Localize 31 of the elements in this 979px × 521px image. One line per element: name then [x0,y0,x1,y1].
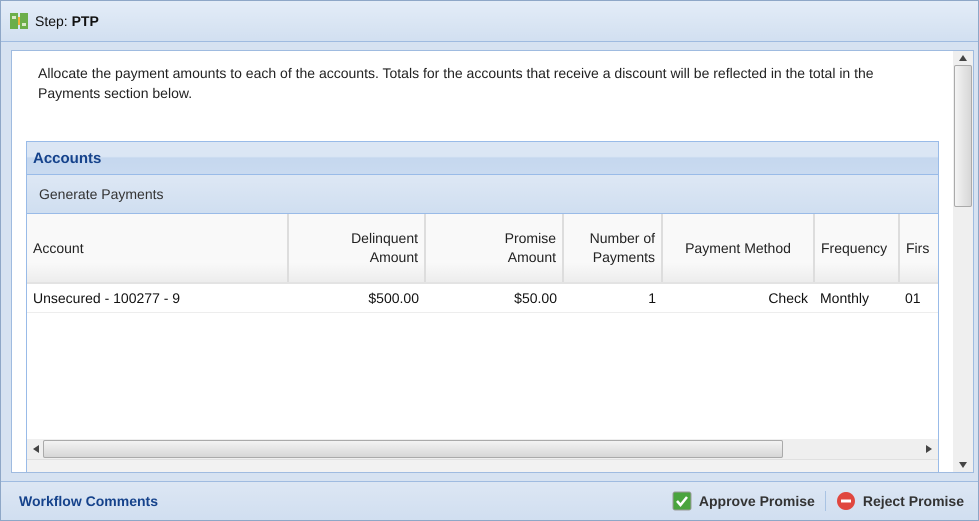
column-header[interactable]: Frequency [814,214,899,283]
table-cell: Check [662,283,814,312]
column-header[interactable]: Payment Method [662,214,814,283]
column-header[interactable]: Number of Payments [563,214,662,283]
scrollbar-thumb[interactable] [954,65,972,207]
generate-payments-button[interactable]: Generate Payments [33,186,170,202]
workflow-icon [9,12,29,30]
approve-button[interactable]: Approve Promise [666,491,821,511]
right-arrow-icon[interactable] [926,445,932,453]
checkmark-icon [672,491,692,511]
reject-button[interactable]: Reject Promise [830,491,970,511]
workflow-comments-title: Workflow Comments [19,493,159,509]
horizontal-scrollbar[interactable] [27,439,938,459]
table-cell: 1 [563,283,662,312]
column-header[interactable]: Promise Amount [425,214,563,283]
step-title: Step: PTP [35,13,99,29]
vertical-scrollbar[interactable] [953,51,973,472]
table-cell: $50.00 [425,283,563,312]
scrollbar-thumb[interactable] [43,440,783,458]
instructions-text: Allocate the payment amounts to each of the accounts. Totals for the accounts that receive a discount will be reflected in the total in the Payments section below. [38,64,875,103]
table-cell: $500.00 [288,283,425,312]
left-arrow-icon[interactable] [33,445,39,453]
minus-circle-icon [836,491,856,511]
up-arrow-icon[interactable] [959,55,967,61]
table-cell: Unsecured - 100277 - 9 [27,283,288,312]
panel-title: Accounts [33,150,102,166]
column-header[interactable]: Account [27,214,288,283]
column-header[interactable]: Delinquent Amount [288,214,425,283]
column-header[interactable]: Firs [899,214,938,283]
table-cell: Monthly [814,283,899,312]
down-arrow-icon[interactable] [959,462,967,468]
